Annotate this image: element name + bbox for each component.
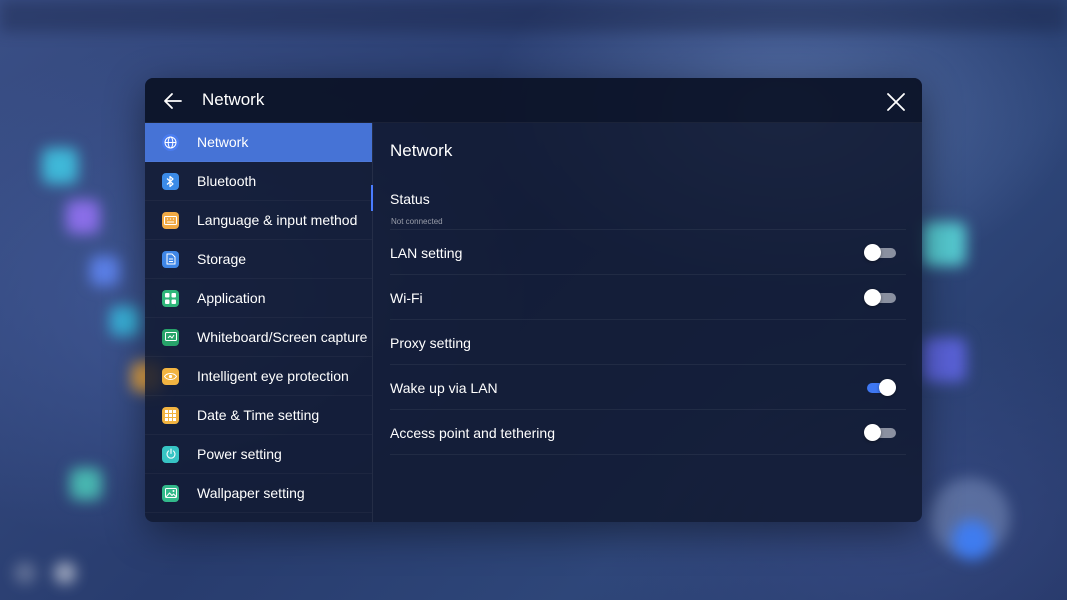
settings-dialog: Network Network Bluetooth Language & inp… bbox=[145, 78, 922, 522]
bluetooth-icon bbox=[162, 172, 179, 190]
desktop-dock-icon bbox=[14, 562, 36, 584]
access-point-row[interactable]: Access point and tethering bbox=[390, 410, 906, 455]
desktop-app-icon bbox=[110, 306, 140, 336]
sidebar-item-whiteboard[interactable]: Whiteboard/Screen capture bbox=[145, 318, 372, 357]
sidebar-item-label: Whiteboard/Screen capture bbox=[197, 329, 368, 345]
sidebar-item-label: Date & Time setting bbox=[197, 407, 320, 423]
sidebar-item-bluetooth[interactable]: Bluetooth bbox=[145, 162, 372, 201]
power-icon bbox=[162, 445, 179, 463]
sidebar-item-language[interactable]: Language & input method bbox=[145, 201, 372, 240]
settings-content: Network Status Not connected LAN setting… bbox=[371, 123, 922, 522]
sidebar-item-wallpaper[interactable]: Wallpaper setting bbox=[145, 474, 372, 513]
lan-setting-toggle[interactable] bbox=[864, 244, 896, 261]
eye-icon bbox=[162, 367, 179, 385]
row-label: Wake up via LAN bbox=[390, 380, 498, 396]
sidebar-item-network[interactable]: Network bbox=[145, 123, 372, 162]
section-title: Network bbox=[390, 141, 453, 160]
globe-icon bbox=[162, 133, 179, 151]
row-label: Wi-Fi bbox=[390, 290, 423, 306]
wake-on-lan-toggle[interactable] bbox=[864, 379, 896, 396]
desktop-app-icon bbox=[42, 148, 78, 184]
close-icon bbox=[887, 93, 905, 111]
status-value: Not connected bbox=[391, 217, 443, 226]
close-button[interactable] bbox=[885, 91, 907, 113]
sidebar-item-label: Bluetooth bbox=[197, 173, 257, 189]
access-point-toggle[interactable] bbox=[864, 424, 896, 441]
arrow-left-icon bbox=[164, 93, 182, 109]
sidebar-item-application[interactable]: Application bbox=[145, 279, 372, 318]
sidebar-item-label: Application bbox=[197, 290, 266, 306]
sidebar-item-power[interactable]: Power setting bbox=[145, 435, 372, 474]
row-label: Proxy setting bbox=[390, 335, 471, 351]
sidebar-item-label: Intelligent eye protection bbox=[197, 368, 349, 384]
desktop-floating-button bbox=[952, 520, 992, 560]
status-row[interactable]: Status Not connected bbox=[390, 185, 906, 230]
desktop-app-icon bbox=[66, 200, 100, 234]
wifi-row[interactable]: Wi-Fi bbox=[390, 275, 906, 320]
sidebar-item-label: Network bbox=[197, 134, 249, 150]
screen-capture-icon bbox=[162, 328, 179, 346]
lan-setting-row[interactable]: LAN setting bbox=[390, 230, 906, 275]
desktop-app-icon bbox=[922, 338, 966, 382]
apps-grid-icon bbox=[162, 289, 179, 307]
wake-on-lan-row[interactable]: Wake up via LAN bbox=[390, 365, 906, 410]
desktop-app-icon bbox=[922, 222, 966, 266]
desktop-app-icon bbox=[90, 256, 120, 286]
scroll-indicator[interactable] bbox=[371, 185, 373, 211]
desktop-top-bar bbox=[0, 0, 1067, 32]
desktop-dock-icon bbox=[54, 562, 76, 584]
row-label: LAN setting bbox=[390, 245, 463, 261]
sidebar-item-label: Language & input method bbox=[197, 212, 358, 228]
settings-sidebar: Network Bluetooth Language & input metho… bbox=[145, 123, 373, 522]
sidebar-item-date-time[interactable]: Date & Time setting bbox=[145, 396, 372, 435]
sidebar-item-label: Wallpaper setting bbox=[197, 485, 305, 501]
back-button[interactable] bbox=[161, 89, 185, 113]
calendar-grid-icon bbox=[162, 406, 179, 424]
sidebar-item-eye-protection[interactable]: Intelligent eye protection bbox=[145, 357, 372, 396]
sidebar-item-label: Storage bbox=[197, 251, 247, 267]
dialog-header: Network bbox=[145, 78, 922, 123]
keyboard-icon bbox=[162, 211, 179, 229]
sidebar-item-storage[interactable]: Storage bbox=[145, 240, 372, 279]
page-title: Network bbox=[202, 90, 265, 109]
row-label: Access point and tethering bbox=[390, 425, 555, 441]
proxy-setting-row[interactable]: Proxy setting bbox=[390, 320, 906, 365]
desktop-app-icon bbox=[70, 468, 102, 500]
sidebar-item-label: Power setting bbox=[197, 446, 282, 462]
document-icon bbox=[162, 250, 179, 268]
status-label: Status bbox=[390, 191, 430, 207]
wifi-toggle[interactable] bbox=[864, 289, 896, 306]
image-icon bbox=[162, 484, 179, 502]
